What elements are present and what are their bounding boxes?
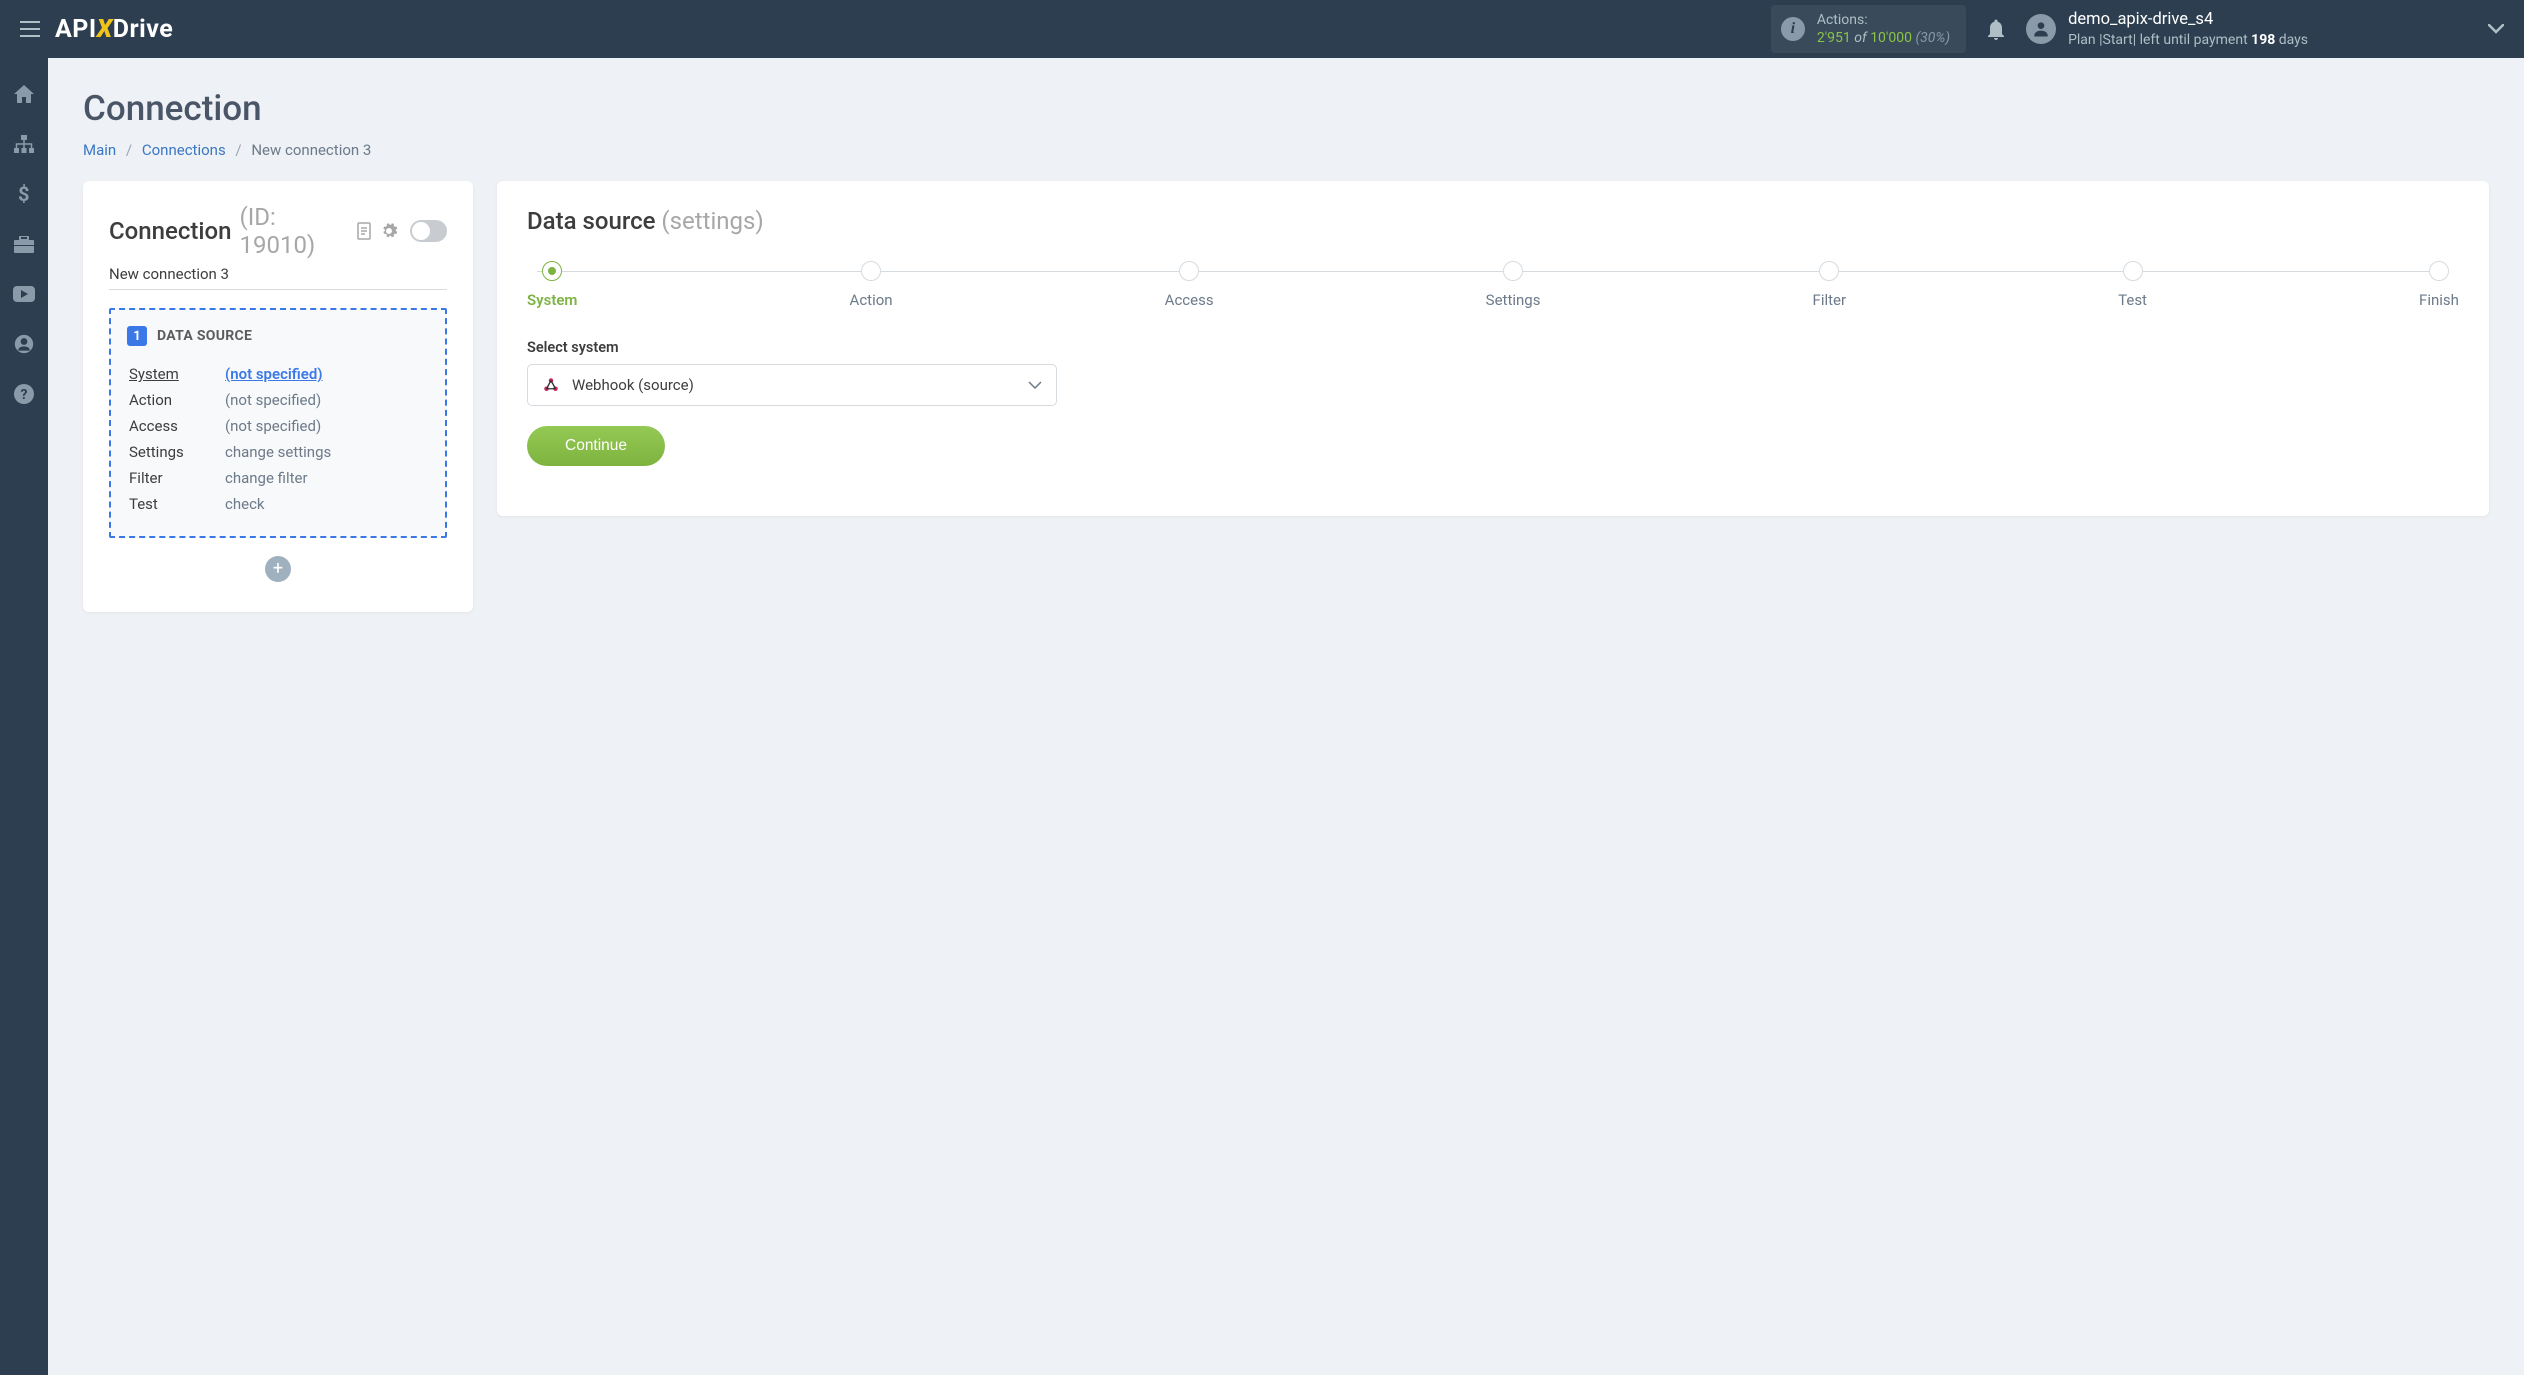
hamburger-icon[interactable]	[20, 21, 40, 37]
data-source-heading: Data source (settings)	[527, 207, 2459, 235]
ds-row-key[interactable]: System	[129, 362, 223, 386]
webhook-icon	[542, 376, 560, 394]
gear-icon[interactable]	[380, 222, 398, 240]
ds-row-key: Settings	[129, 440, 223, 464]
sidebar-briefcase-icon[interactable]	[0, 228, 48, 260]
user-menu[interactable]: demo_apix-drive_s4 Plan |Start| left unt…	[2026, 9, 2504, 49]
actions-of: of	[1854, 30, 1866, 46]
sidebar-sitemap-icon[interactable]	[0, 128, 48, 160]
data-source-badge: 1	[127, 326, 147, 346]
breadcrumb-current: New connection 3	[251, 141, 371, 159]
info-icon: i	[1781, 17, 1805, 41]
avatar-icon	[2026, 14, 2056, 44]
ds-row-key: Filter	[129, 466, 223, 490]
select-system-label: Select system	[527, 339, 2459, 356]
step-label: Test	[2118, 291, 2147, 309]
breadcrumb-connections[interactable]: Connections	[142, 141, 226, 159]
svg-text:$: $	[18, 184, 29, 204]
connection-summary-card: Connection (ID: 19010) New connection 3 …	[83, 181, 473, 612]
sidebar-dollar-icon[interactable]: $	[0, 178, 48, 210]
actions-pct: (30%)	[1915, 30, 1950, 46]
connection-name[interactable]: New connection 3	[109, 265, 447, 290]
step-finish[interactable]: Finish	[2419, 261, 2459, 309]
step-access[interactable]: Access	[1165, 261, 1214, 309]
sidebar: $ ?	[0, 58, 48, 1375]
ds-row-value[interactable]: change filter	[225, 466, 427, 490]
breadcrumb: Main / Connections / New connection 3	[83, 141, 2489, 159]
step-settings[interactable]: Settings	[1486, 261, 1541, 309]
step-label: Access	[1165, 291, 1214, 309]
ds-row-value[interactable]: (not specified)	[225, 414, 427, 438]
step-label: Action	[850, 291, 893, 309]
step-action[interactable]: Action	[850, 261, 893, 309]
breadcrumb-main[interactable]: Main	[83, 141, 116, 159]
data-source-title: DATA SOURCE	[157, 328, 252, 344]
step-label: Settings	[1486, 291, 1541, 309]
svg-text:?: ?	[21, 387, 28, 403]
connection-toggle[interactable]	[410, 220, 447, 242]
ds-row-value[interactable]: (not specified)	[225, 388, 427, 412]
step-label: System	[527, 291, 577, 309]
step-test[interactable]: Test	[2118, 261, 2147, 309]
connection-id: (ID: 19010)	[239, 203, 348, 259]
page-title: Connection	[83, 88, 2489, 129]
actions-label: Actions:	[1817, 11, 1950, 29]
ds-row-key: Test	[129, 492, 223, 516]
step-filter[interactable]: Filter	[1813, 261, 1847, 309]
sidebar-help-icon[interactable]: ?	[0, 378, 48, 410]
ds-row-value[interactable]: check	[225, 492, 427, 516]
sidebar-user-icon[interactable]	[0, 328, 48, 360]
chevron-down-icon	[1028, 381, 1042, 389]
continue-button[interactable]: Continue	[527, 426, 665, 466]
sidebar-home-icon[interactable]	[0, 78, 48, 110]
ds-row-key: Action	[129, 388, 223, 412]
top-bar: APIXDrive i Actions: 2'951 of 10'000 (30…	[0, 0, 2524, 58]
actions-used: 2'951	[1817, 30, 1851, 46]
username: demo_apix-drive_s4	[2068, 9, 2308, 30]
data-source-box: 1 DATA SOURCE System(not specified)Actio…	[109, 308, 447, 538]
logo[interactable]: APIXDrive	[55, 15, 173, 44]
system-select-value: Webhook (source)	[572, 376, 694, 394]
sidebar-youtube-icon[interactable]	[0, 278, 48, 310]
chevron-down-icon[interactable]	[2308, 24, 2504, 34]
ds-row-key: Access	[129, 414, 223, 438]
connection-title: Connection	[109, 217, 231, 245]
data-source-settings-card: Data source (settings) System Action Acces…	[497, 181, 2489, 516]
system-select[interactable]: Webhook (source)	[527, 364, 1057, 406]
step-label: Filter	[1813, 291, 1847, 309]
plan-info: Plan |Start| left until payment 198 days	[2068, 31, 2308, 49]
ds-row-value[interactable]: change settings	[225, 440, 427, 464]
step-label: Finish	[2419, 291, 2459, 309]
actions-total: 10'000	[1870, 30, 1912, 46]
document-icon[interactable]	[356, 222, 372, 240]
stepper: System Action Access Settings Filter Test Fini…	[527, 261, 2459, 309]
ds-row-value[interactable]: (not specified)	[225, 362, 427, 386]
bell-icon[interactable]	[1986, 18, 2006, 40]
add-button[interactable]: +	[265, 556, 291, 582]
step-system[interactable]: System	[527, 261, 577, 309]
actions-counter[interactable]: i Actions: 2'951 of 10'000 (30%)	[1771, 5, 1966, 53]
